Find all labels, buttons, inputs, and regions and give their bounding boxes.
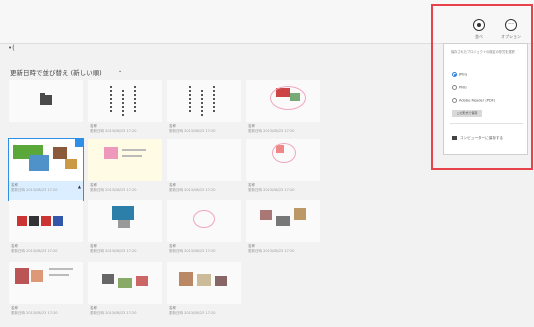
project-tile[interactable]: 名称 更新日時 2013/08/23 17:20 <box>88 80 162 141</box>
tile-date: 更新日時 2013/08/23 17:20 <box>11 249 58 253</box>
project-thumbnail <box>167 80 241 122</box>
project-tile[interactable]: 名称 更新日時 2013/08/23 17:20 <box>9 200 83 261</box>
project-thumbnail <box>9 200 83 242</box>
tile-date: 更新日時 2013/08/23 17:20 <box>248 129 295 133</box>
project-tile[interactable]: 名称 更新日時 2013/08/23 17:20 <box>167 200 241 261</box>
tile-date: 更新日時 2013/08/23 17:20 <box>90 249 137 253</box>
tile-date: 更新日時 2013/08/23 17:20 <box>11 188 58 192</box>
tile-date: 更新日時 2013/08/23 17:20 <box>11 311 58 315</box>
project-thumbnail <box>167 262 241 304</box>
sort-order-title[interactable]: 更新日時で並び替え (新しい順) <box>10 67 102 77</box>
project-thumbnail <box>88 139 162 181</box>
project-tile[interactable]: 名称 更新日時 2013/08/23 17:20 <box>167 262 241 323</box>
project-thumbnail <box>246 80 320 122</box>
project-thumbnail <box>88 80 162 122</box>
check-icon <box>75 139 83 147</box>
project-tile[interactable]: 名称 更新日時 2013/08/23 17:20 <box>88 262 162 323</box>
project-tile[interactable]: 名称 更新日時 2013/08/23 17:20 <box>167 139 241 200</box>
project-thumbnail <box>88 200 162 242</box>
callout-highlight-box <box>431 4 533 170</box>
project-thumbnail <box>246 200 320 242</box>
tile-date: 更新日時 2013/08/23 17:20 <box>169 188 216 192</box>
project-thumbnail <box>167 200 241 242</box>
folder-thumbnail <box>9 80 83 122</box>
tile-date: 更新日時 2013/08/23 17:20 <box>90 188 137 192</box>
pin-icon: ▲ <box>77 184 81 189</box>
tile-date: 更新日時 2013/08/23 17:20 <box>90 129 137 133</box>
tile-date: 更新日時 2013/08/23 17:20 <box>248 188 295 192</box>
tile-date: 更新日時 2013/08/23 17:20 <box>169 129 216 133</box>
chevron-down-icon[interactable]: ⌄ <box>118 68 122 74</box>
project-tile[interactable]: 名称 更新日時 2013/08/23 17:20 <box>246 80 320 141</box>
tile-date: 更新日時 2013/08/23 17:20 <box>169 249 216 253</box>
project-tile[interactable]: 名称 更新日時 2013/08/23 17:20 <box>246 200 320 261</box>
project-tile[interactable]: 名称 更新日時 2013/08/23 17:20 <box>246 139 320 200</box>
project-thumbnail <box>9 139 83 181</box>
tile-date: 更新日時 2013/08/23 17:20 <box>90 311 137 315</box>
project-tile-selected[interactable]: ▲ 名称 更新日時 2013/08/23 17:20 <box>8 138 84 201</box>
back-icon[interactable]: •( <box>8 44 15 52</box>
project-tile[interactable]: 名称 更新日時 2013/08/23 17:20 <box>88 139 162 200</box>
project-thumbnail <box>9 262 83 304</box>
project-thumbnail <box>88 262 162 304</box>
tile-date: 更新日時 2013/08/23 17:20 <box>169 311 216 315</box>
project-tile[interactable]: 名称 更新日時 2013/08/23 17:20 <box>167 80 241 141</box>
project-tile[interactable]: 名称 更新日時 2013/08/23 17:20 <box>88 200 162 261</box>
tile-date: 更新日時 2013/08/23 17:20 <box>248 249 295 253</box>
project-thumbnail <box>246 139 320 181</box>
folder-icon <box>40 93 52 105</box>
project-tile[interactable]: 名称 更新日時 2013/08/23 17:20 <box>9 262 83 323</box>
project-thumbnail <box>167 139 241 181</box>
folder-tile[interactable] <box>9 80 83 141</box>
